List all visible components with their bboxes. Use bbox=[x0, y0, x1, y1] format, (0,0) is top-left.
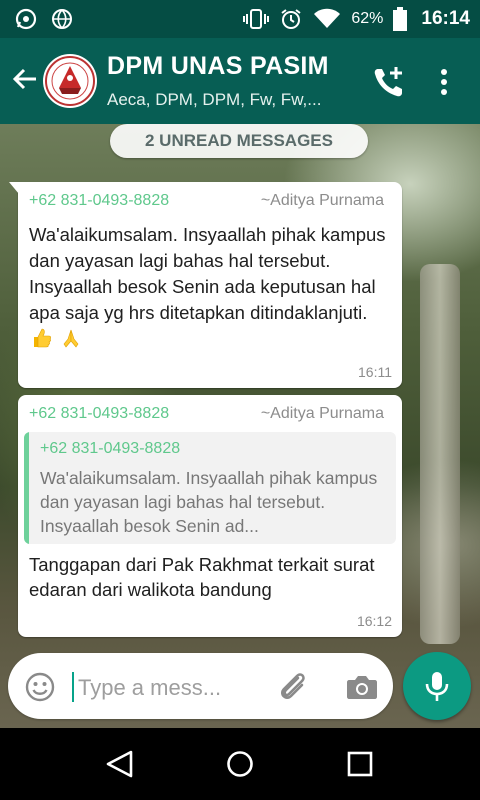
unread-messages-banner: 2 UNREAD MESSAGES bbox=[110, 124, 368, 158]
sender-name: ~Aditya Purnama bbox=[260, 192, 384, 209]
alarm-icon bbox=[281, 9, 301, 29]
vibrate-icon bbox=[243, 9, 270, 29]
message-bubble-reply[interactable]: +62 831-0493-8828 ~Aditya Purnama +62 83… bbox=[18, 395, 402, 637]
wifi-icon bbox=[314, 8, 341, 28]
group-avatar[interactable] bbox=[43, 54, 97, 108]
group-title[interactable]: DPM UNAS PASIM bbox=[107, 52, 329, 81]
nav-back-icon[interactable] bbox=[103, 748, 137, 780]
whatsapp-notification-icon bbox=[15, 8, 37, 30]
bubble-tail bbox=[9, 182, 19, 194]
battery-percent: 62% bbox=[351, 10, 384, 27]
nav-recent-apps-icon[interactable] bbox=[346, 750, 374, 778]
folded-hands-emoji bbox=[63, 329, 79, 348]
battery-icon bbox=[393, 7, 408, 31]
quoted-text: Wa'alaikumsalam. Insyaallah pihak kampus… bbox=[40, 468, 378, 536]
sender-name: ~Aditya Purnama bbox=[260, 405, 384, 422]
status-bar: 62% 16:14 bbox=[0, 0, 480, 38]
group-logo-icon bbox=[45, 56, 95, 106]
chat-header: DPM UNAS PASIM Aeca, DPM, DPM, Fw, Fw,..… bbox=[0, 38, 480, 124]
quoted-message[interactable]: +62 831-0493-8828 Wa'alaikumsalam. Insya… bbox=[24, 432, 396, 544]
sender-phone[interactable]: +62 831-0493-8828 bbox=[29, 192, 169, 210]
text-cursor bbox=[72, 672, 74, 702]
message-input[interactable] bbox=[76, 671, 270, 705]
group-members[interactable]: Aeca, DPM, DPM, Fw, Fw,... bbox=[107, 90, 321, 110]
message-composer bbox=[8, 653, 393, 719]
quoted-sender-phone: +62 831-0493-8828 bbox=[40, 440, 181, 457]
voice-message-button[interactable] bbox=[403, 652, 471, 720]
chat-area[interactable]: 2 UNREAD MESSAGES +62 831-0493-8828 ~Adi… bbox=[0, 124, 480, 728]
globe-icon bbox=[52, 9, 72, 29]
message-bubble[interactable]: +62 831-0493-8828 ~Aditya Purnama Wa'ala… bbox=[9, 182, 402, 388]
back-arrow-icon[interactable] bbox=[10, 64, 40, 94]
add-call-icon[interactable] bbox=[370, 63, 408, 101]
clock: 16:14 bbox=[421, 8, 470, 29]
camera-icon[interactable] bbox=[345, 671, 379, 703]
wallpaper-tree bbox=[420, 264, 460, 644]
message-text: Tanggapan dari Pak Rakhmat terkait surat… bbox=[29, 554, 375, 600]
thumbs-up-emoji bbox=[34, 328, 51, 348]
nav-home-icon[interactable] bbox=[226, 750, 254, 778]
system-nav-bar bbox=[0, 728, 480, 800]
more-options-icon[interactable] bbox=[430, 63, 458, 101]
attach-icon[interactable] bbox=[276, 669, 310, 703]
message-time: 16:12 bbox=[356, 613, 392, 629]
message-time: 16:11 bbox=[358, 364, 392, 380]
sender-phone[interactable]: +62 831-0493-8828 bbox=[29, 405, 169, 423]
message-text: Wa'alaikumsalam. Insyaallah pihak kampus… bbox=[29, 222, 391, 352]
message-body: Wa'alaikumsalam. Insyaallah pihak kampus… bbox=[29, 224, 386, 323]
microphone-icon bbox=[425, 672, 449, 701]
emoji-icon[interactable] bbox=[24, 671, 56, 703]
quote-bar bbox=[24, 432, 29, 544]
